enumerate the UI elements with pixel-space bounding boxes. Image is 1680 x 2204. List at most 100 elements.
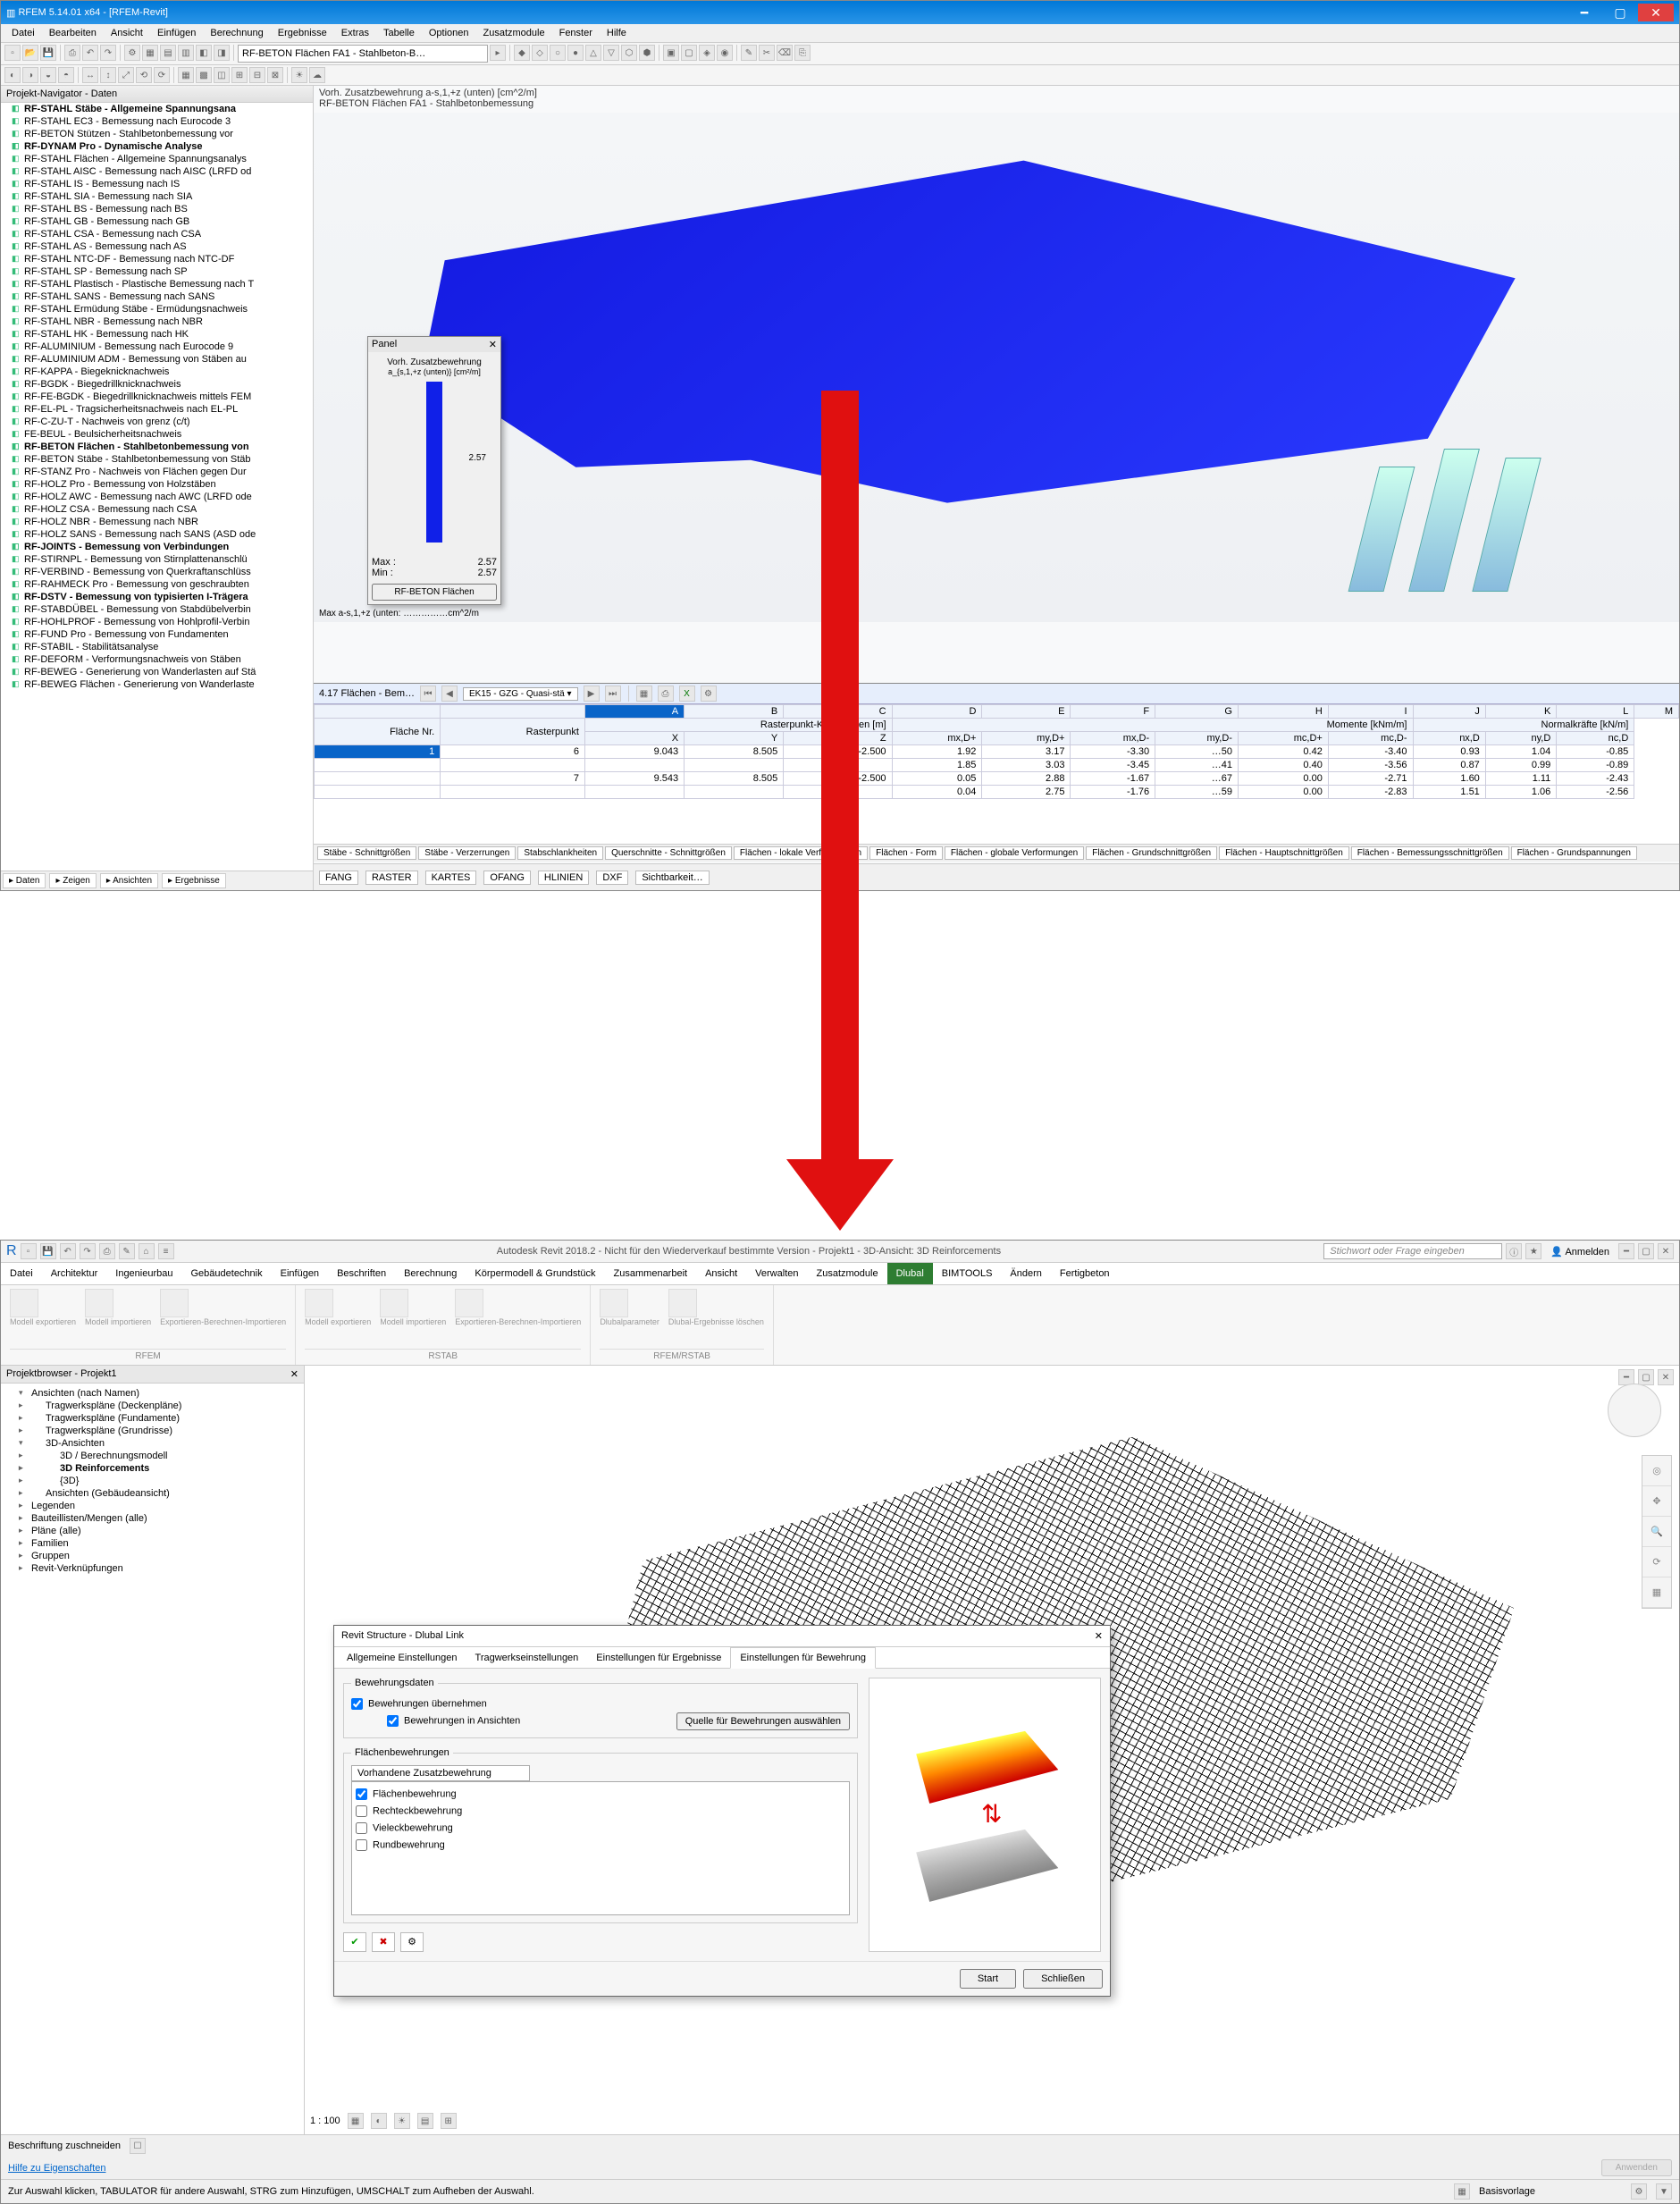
star-icon[interactable]: ★ (1525, 1243, 1541, 1259)
table-cell[interactable]: 1.51 (1413, 786, 1485, 799)
browser-item[interactable]: Gruppen (4, 1550, 300, 1562)
ribbon-tab[interactable]: Ingenieurbau (106, 1263, 181, 1284)
settings-icon[interactable]: ⚙ (400, 1932, 424, 1952)
parameters-icon[interactable] (600, 1289, 628, 1317)
view-tool-icon[interactable]: ▦ (348, 2113, 364, 2129)
table-cell[interactable] (584, 759, 684, 772)
table-cell[interactable] (685, 759, 784, 772)
menu-bearbeiten[interactable]: Bearbeiten (42, 26, 104, 40)
nav-item[interactable]: RF-HOLZ AWC - Bemessung nach AWC (LRFD o… (1, 491, 313, 503)
table-cell[interactable]: -3.45 (1071, 759, 1155, 772)
table-cell[interactable]: 0.40 (1238, 759, 1328, 772)
col-header[interactable]: A (584, 705, 684, 719)
nav-item[interactable]: RF-DEFORM - Verformungsnachweis von Stäb… (1, 653, 313, 666)
col-header[interactable]: F (1071, 705, 1155, 719)
table-tab[interactable]: Flächen - Grundspannungen (1511, 846, 1637, 860)
ribbon-tab[interactable]: Fertigbeton (1051, 1263, 1119, 1284)
ribbon-tab[interactable]: Gebäudetechnik (182, 1263, 272, 1284)
nav-item[interactable]: RF-STAHL SP - Bemessung nach SP (1, 265, 313, 278)
minimize-button[interactable]: ━ (1567, 4, 1602, 21)
nav-item[interactable]: RF-BGDK - Biegedrillknicknachweis (1, 378, 313, 391)
menu-tabelle[interactable]: Tabelle (376, 26, 422, 40)
table-cell[interactable]: 1.92 (892, 745, 982, 759)
dialog-tab[interactable]: Allgemeine Einstellungen (338, 1648, 466, 1668)
browser-item[interactable]: 3D Reinforcements (4, 1462, 300, 1475)
table-tool-icon[interactable]: ⎙ (658, 686, 674, 702)
tool-icon[interactable]: ◧ (196, 45, 212, 61)
tool-icon[interactable]: ⊠ (267, 67, 283, 83)
view-tool-icon[interactable]: ☀ (394, 2113, 410, 2129)
open-icon[interactable]: ▫ (21, 1243, 37, 1259)
save-icon[interactable]: 💾 (40, 45, 56, 61)
browser-item[interactable]: 3D-Ansichten (4, 1437, 300, 1450)
nav-item[interactable]: RF-STAHL Plastisch - Plastische Bemessun… (1, 278, 313, 290)
nav-item[interactable]: RF-STABIL - Stabilitätsanalyse (1, 641, 313, 653)
reinforcement-type-combo[interactable]: Vorhandene Zusatzbewehrung (351, 1765, 530, 1781)
view-max-icon[interactable]: ▢ (1638, 1369, 1654, 1385)
table-cell[interactable]: 0.05 (892, 772, 982, 786)
browser-item[interactable]: Tragwerkspläne (Fundamente) (4, 1412, 300, 1425)
ribbon-tab[interactable]: Körpermodell & Grundstück (466, 1263, 604, 1284)
nav-item[interactable]: RF-HOHLPROF - Bemessung von Hohlprofil-V… (1, 616, 313, 628)
info-icon[interactable]: ⓘ (1506, 1243, 1522, 1259)
table-cell[interactable]: 1.85 (892, 759, 982, 772)
tool-icon[interactable]: ◓ (58, 67, 74, 83)
undo-icon[interactable]: ↶ (82, 45, 98, 61)
undo-icon[interactable]: ↶ (60, 1243, 76, 1259)
table-cell[interactable]: …50 (1155, 745, 1239, 759)
nav-item[interactable]: RF-EL-PL - Tragsicherheitsnachweis nach … (1, 403, 313, 416)
table-tab[interactable]: Flächen - Hauptschnittgrößen (1219, 846, 1349, 860)
export-model-icon[interactable] (10, 1289, 38, 1317)
table-cell[interactable]: 0.00 (1238, 772, 1328, 786)
menu-ergebnisse[interactable]: Ergebnisse (271, 26, 334, 40)
status-toggle[interactable]: RASTER (365, 871, 418, 885)
export-calc-import-icon[interactable] (160, 1289, 189, 1317)
table-cell[interactable]: -2.43 (1557, 772, 1634, 786)
table-cell[interactable]: -1.67 (1071, 772, 1155, 786)
ribbon-tab[interactable]: Einfügen (272, 1263, 328, 1284)
table-cell[interactable]: -2.71 (1328, 772, 1413, 786)
menu-optionen[interactable]: Optionen (422, 26, 476, 40)
browser-item[interactable]: 3D / Berechnungsmodell (4, 1450, 300, 1462)
table-cell[interactable]: -3.56 (1328, 759, 1413, 772)
table-cell[interactable]: -0.89 (1557, 759, 1634, 772)
signin-link[interactable]: 👤 Anmelden (1545, 1246, 1615, 1258)
ribbon-tab[interactable]: Berechnung (395, 1263, 466, 1284)
properties-help-link[interactable]: Hilfe zu Eigenschaften (8, 2163, 105, 2174)
table-cell[interactable]: 8.505 (685, 745, 784, 759)
nav-item[interactable]: RF-STAHL Ermüdung Stäbe - Ermüdungsnachw… (1, 303, 313, 315)
table-cell[interactable]: …41 (1155, 759, 1239, 772)
results-table[interactable]: ABCDEFGHIJKLM Fläche Nr. Rasterpunkt Ras… (314, 704, 1679, 799)
browser-item[interactable]: Tragwerkspläne (Grundrisse) (4, 1425, 300, 1437)
apply-button[interactable]: Anwenden (1601, 2159, 1672, 2176)
table-tool-icon[interactable]: ▦ (636, 686, 652, 702)
nav-item[interactable]: RF-STAHL GB - Bemessung nach GB (1, 215, 313, 228)
nav-item[interactable]: RF-STAHL SIA - Bemessung nach SIA (1, 190, 313, 203)
browser-item[interactable]: Ansichten (nach Namen) (4, 1387, 300, 1400)
status-icon[interactable]: ▦ (1454, 2183, 1470, 2200)
loadcase-combo[interactable]: EK15 - GZG - Quasi-stä ▾ (463, 687, 578, 701)
tool-icon[interactable]: ⟲ (136, 67, 152, 83)
tool-icon[interactable]: ○ (550, 45, 566, 61)
menu-zusatzmodule[interactable]: Zusatzmodule (476, 26, 552, 40)
table-tab[interactable]: Flächen - Bemessungsschnittgrößen (1351, 846, 1509, 860)
col-header[interactable]: I (1328, 705, 1413, 719)
ribbon-tab[interactable]: Beschriften (328, 1263, 395, 1284)
redo-icon[interactable]: ↷ (80, 1243, 96, 1259)
menu-einfügen[interactable]: Einfügen (150, 26, 203, 40)
tool-icon[interactable]: ◉ (717, 45, 733, 61)
viewcube[interactable] (1608, 1384, 1661, 1437)
table-tab[interactable]: Stäbe - Schnittgrößen (317, 846, 416, 860)
nav-item[interactable]: RF-FE-BGDK - Biegedrillknicknachweis mit… (1, 391, 313, 403)
ribbon-tab[interactable]: BIMTOOLS (933, 1263, 1002, 1284)
select-source-button[interactable]: Quelle für Bewehrungen auswählen (676, 1712, 850, 1730)
checkbox-icon[interactable]: ☐ (130, 2138, 146, 2154)
browser-item[interactable]: Familien (4, 1537, 300, 1550)
delete-results-icon[interactable] (668, 1289, 697, 1317)
tool-icon[interactable]: ◇ (532, 45, 548, 61)
table-cell[interactable]: 1 (315, 745, 441, 759)
tool-icon[interactable]: ⌫ (777, 45, 793, 61)
tool-icon[interactable]: ⎘ (794, 45, 811, 61)
table-cell[interactable]: 6 (441, 745, 585, 759)
col-header[interactable]: J (1413, 705, 1485, 719)
